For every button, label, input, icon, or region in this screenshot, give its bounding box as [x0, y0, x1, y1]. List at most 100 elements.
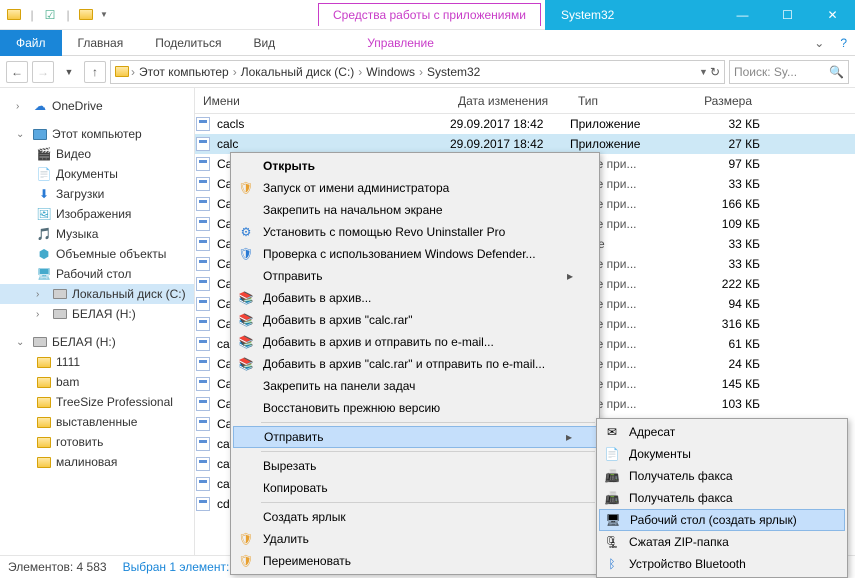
ctx-addmail[interactable]: 📚Добавить в архив и отправить по e-mail.…	[233, 331, 597, 353]
sub-docs[interactable]: 📄Документы	[599, 443, 845, 465]
ribbon-expand-icon[interactable]: ⌄	[806, 36, 832, 50]
app-icon	[195, 136, 211, 152]
ctx-sendto2[interactable]: Отправить▸	[233, 426, 597, 448]
new-folder-icon[interactable]	[78, 7, 94, 23]
ctx-sendto[interactable]: Отправить▸	[233, 265, 597, 287]
ctx-copy[interactable]: Копировать	[233, 477, 597, 499]
breadcrumb-seg[interactable]: Локальный диск (C:)	[239, 65, 357, 79]
breadcrumb[interactable]: › Этот компьютер› Локальный диск (C:)› W…	[110, 60, 725, 84]
winrar-icon: 📚	[237, 356, 255, 372]
nav-belaya-h2[interactable]: ⌄БЕЛАЯ (H:)	[0, 332, 194, 352]
file-size: 32 КБ	[680, 117, 760, 131]
file-tab[interactable]: Файл	[0, 30, 62, 56]
nav-pictures[interactable]: 🖼Изображения	[0, 204, 194, 224]
refresh-icon[interactable]: ↻	[710, 65, 720, 79]
ctx-defender[interactable]: 🛡Проверка с использованием Windows Defen…	[233, 243, 597, 265]
winrar-icon: 📚	[237, 334, 255, 350]
ctx-addrar[interactable]: 📚Добавить в архив "calc.rar"	[233, 309, 597, 331]
breadcrumb-seg[interactable]: Этот компьютер	[137, 65, 231, 79]
file-size: 109 КБ	[680, 217, 760, 231]
ctx-restore[interactable]: Восстановить прежнюю версию	[233, 397, 597, 419]
file-size: 103 КБ	[680, 397, 760, 411]
nav-documents[interactable]: 📄Документы	[0, 164, 194, 184]
shield-icon: 🛡	[237, 180, 255, 196]
ctx-revo[interactable]: ⚙Установить с помощью Revo Uninstaller P…	[233, 221, 597, 243]
nav-desktop[interactable]: 🖥Рабочий стол	[0, 264, 194, 284]
ctx-rename[interactable]: 🛡Переименовать	[233, 550, 597, 572]
ctx-runas[interactable]: 🛡Запуск от имени администратора	[233, 177, 597, 199]
nav-folder-treesize[interactable]: TreeSize Professional	[0, 392, 194, 412]
file-name: cacls	[217, 117, 244, 131]
nav-videos[interactable]: 🎬Видео	[0, 144, 194, 164]
help-icon[interactable]: ?	[832, 36, 855, 50]
minimize-button[interactable]: —	[720, 0, 765, 30]
col-size[interactable]: Размера	[680, 94, 760, 108]
sub-fax[interactable]: 📠Получатель факса	[599, 465, 845, 487]
up-button[interactable]: ↑	[84, 61, 106, 83]
nav-belaya-h[interactable]: ›БЕЛАЯ (H:)	[0, 304, 194, 324]
nav-3dobjects[interactable]: ⬢Объемные объекты	[0, 244, 194, 264]
app-icon	[195, 196, 211, 212]
sub-desktop-shortcut[interactable]: 🖥Рабочий стол (создать ярлык)	[599, 509, 845, 531]
share-tab[interactable]: Поделиться	[139, 31, 237, 55]
home-tab[interactable]: Главная	[62, 31, 140, 55]
sub-fax2[interactable]: 📠Получатель факса	[599, 487, 845, 509]
nav-folder-1111[interactable]: 1111	[0, 352, 194, 372]
qat-dropdown[interactable]: ▼	[96, 7, 112, 23]
nav-tree[interactable]: ›☁OneDrive ⌄Этот компьютер 🎬Видео 📄Докум…	[0, 88, 195, 556]
ctx-addarchive[interactable]: 📚Добавить в архив...	[233, 287, 597, 309]
search-input[interactable]: Поиск: Sy... 🔍	[729, 60, 849, 84]
nav-music[interactable]: 🎵Музыка	[0, 224, 194, 244]
ctx-cut[interactable]: Вырезать	[233, 455, 597, 477]
sub-bluetooth[interactable]: ᛒУстройство Bluetooth	[599, 553, 845, 575]
status-elements: Элементов: 4 583	[8, 560, 107, 574]
nav-localdisk-c[interactable]: ›Локальный диск (C:)	[0, 284, 194, 304]
ctx-open[interactable]: Открыть	[233, 155, 597, 177]
back-button[interactable]: ←	[6, 61, 28, 83]
col-type[interactable]: Тип	[570, 94, 680, 108]
column-headers[interactable]: Имени Дата изменения Тип Размера	[195, 88, 855, 114]
sub-addr[interactable]: ✉Адресат	[599, 421, 845, 443]
nav-folder-bam[interactable]: bam	[0, 372, 194, 392]
sub-zip[interactable]: 🗜Сжатая ZIP-папка	[599, 531, 845, 553]
ctx-delete[interactable]: 🛡Удалить	[233, 528, 597, 550]
ctx-shortcut[interactable]: Создать ярлык	[233, 506, 597, 528]
nav-thispc[interactable]: ⌄Этот компьютер	[0, 124, 194, 144]
nav-folder-mal[interactable]: малиновая	[0, 452, 194, 472]
menu-separator	[261, 502, 595, 503]
nav-folder-got[interactable]: готовить	[0, 432, 194, 452]
breadcrumb-seg[interactable]: System32	[425, 65, 482, 79]
col-date[interactable]: Дата изменения	[450, 94, 570, 108]
view-tab[interactable]: Вид	[237, 31, 291, 55]
recent-button[interactable]: ▼	[58, 61, 80, 83]
fax-icon: 📠	[603, 468, 621, 484]
ctx-addrarmail[interactable]: 📚Добавить в архив "calc.rar" и отправить…	[233, 353, 597, 375]
nav-downloads[interactable]: ⬇Загрузки	[0, 184, 194, 204]
nav-folder-vyst[interactable]: выставленные	[0, 412, 194, 432]
ctx-pinstart[interactable]: Закрепить на начальном экране	[233, 199, 597, 221]
file-size: 33 КБ	[680, 237, 760, 251]
address-dropdown-icon[interactable]: ▼	[699, 67, 708, 77]
forward-button[interactable]: →	[32, 61, 54, 83]
breadcrumb-seg[interactable]: Windows	[364, 65, 417, 79]
file-size: 33 КБ	[680, 257, 760, 271]
quick-access-toolbar: | ☑ | ▼	[0, 7, 118, 23]
address-bar: ← → ▼ ↑ › Этот компьютер› Локальный диск…	[0, 56, 855, 88]
table-row[interactable]: calc29.09.2017 18:42Приложение27 КБ	[195, 134, 855, 154]
apptools-tab-label: Средства работы с приложениями	[318, 3, 541, 26]
qat-sep: |	[60, 7, 76, 23]
table-row[interactable]: cacls29.09.2017 18:42Приложение32 КБ	[195, 114, 855, 134]
ctx-pintaskbar[interactable]: Закрепить на панели задач	[233, 375, 597, 397]
app-icon	[195, 336, 211, 352]
col-name[interactable]: Имени	[195, 94, 450, 108]
file-type: Приложение	[570, 137, 680, 151]
app-icon	[195, 376, 211, 392]
maximize-button[interactable]: ☐	[765, 0, 810, 30]
manage-tab[interactable]: Управление	[351, 31, 450, 55]
properties-icon[interactable]: ☑	[42, 7, 58, 23]
sendto-submenu: ✉Адресат 📄Документы 📠Получатель факса 📠П…	[596, 418, 848, 578]
close-button[interactable]: ✕	[810, 0, 855, 30]
nav-onedrive[interactable]: ›☁OneDrive	[0, 96, 194, 116]
file-date: 29.09.2017 18:42	[450, 117, 570, 131]
app-icon	[195, 296, 211, 312]
